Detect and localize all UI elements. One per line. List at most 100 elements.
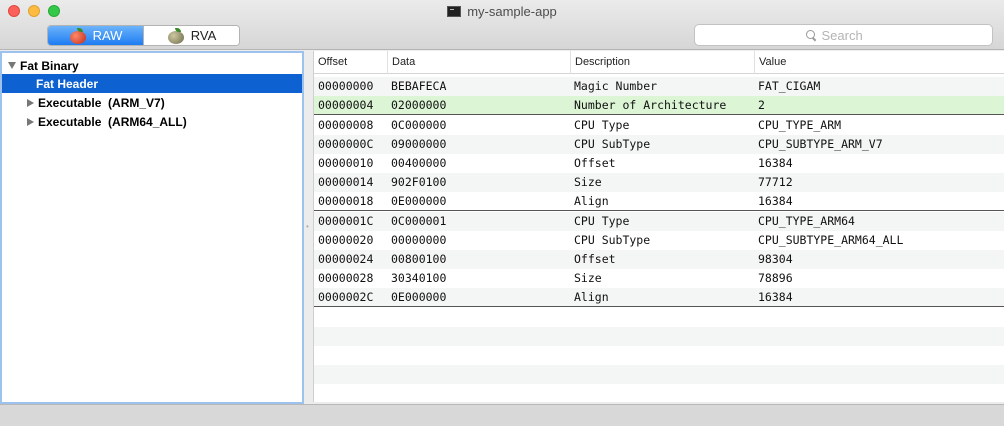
table-row[interactable]: 00000010 00400000 Offset 16384	[314, 154, 1004, 173]
outline-tree[interactable]: Fat Binary Fat Header Executable (ARM_V7…	[0, 51, 304, 404]
column-header-description[interactable]: Description	[570, 51, 754, 74]
disclosure-open-icon[interactable]	[8, 62, 16, 69]
cell-description: Magic Number	[574, 79, 658, 93]
search-field[interactable]	[694, 24, 993, 46]
cell-data: 0C000000	[391, 118, 447, 132]
search-icon	[805, 30, 816, 40]
empty-row	[314, 346, 1004, 365]
cell-data: BEBAFECA	[391, 79, 447, 93]
cell-description: Size	[574, 271, 602, 285]
table-row[interactable]: 00000004 02000000 Number of Architecture…	[314, 96, 1004, 115]
address-mode-segmented-control: RAW RVA	[47, 25, 240, 46]
tree-item-executable-arm-v7[interactable]: Executable (ARM_V7)	[2, 93, 302, 112]
cell-offset: 0000001C	[318, 214, 374, 228]
terminal-icon	[447, 6, 462, 17]
cell-description: CPU Type	[574, 214, 630, 228]
table-header: Offset Data Description Value	[314, 51, 1004, 74]
disclosure-closed-icon[interactable]	[27, 117, 34, 126]
cell-value: 78896	[758, 271, 793, 285]
title-bar: my-sample-app RAW RVA	[0, 0, 1004, 50]
table-row[interactable]: 00000008 0C000000 CPU Type CPU_TYPE_ARM	[314, 116, 1004, 135]
split-view-divider[interactable]: •	[304, 51, 313, 404]
table-row[interactable]: 0000002C 0E000000 Align 16384	[314, 288, 1004, 307]
cell-offset: 0000000C	[318, 137, 374, 151]
cell-value: 16384	[758, 290, 793, 304]
cell-value: 16384	[758, 194, 793, 208]
raw-mode-label: RAW	[92, 28, 123, 43]
cell-offset: 00000004	[318, 98, 374, 112]
window-bottom-bar	[0, 404, 1004, 426]
table-row[interactable]: 00000024 00800100 Offset 98304	[314, 250, 1004, 269]
red-apple-icon	[69, 27, 87, 44]
cell-description: Align	[574, 290, 609, 304]
window-title: my-sample-app	[467, 4, 557, 19]
tree-item-fat-header[interactable]: Fat Header	[2, 74, 302, 93]
column-header-data[interactable]: Data	[387, 51, 570, 74]
tree-item-fat-binary[interactable]: Fat Binary	[2, 56, 302, 75]
cell-offset: 00000020	[318, 233, 374, 247]
cell-value: CPU_SUBTYPE_ARM64_ALL	[758, 233, 904, 247]
cell-description: CPU SubType	[574, 233, 651, 247]
cell-value: FAT_CIGAM	[758, 79, 821, 93]
empty-row	[314, 365, 1004, 384]
cell-description: Align	[574, 194, 609, 208]
cell-data: 00800100	[391, 252, 447, 266]
cell-offset: 00000014	[318, 175, 374, 189]
cell-data: 0E000000	[391, 194, 447, 208]
cell-offset: 00000028	[318, 271, 374, 285]
cell-data: 09000000	[391, 137, 447, 151]
cell-description: Size	[574, 175, 602, 189]
tree-item-label: Fat Binary	[20, 58, 79, 73]
window-title-area: my-sample-app	[0, 4, 1004, 19]
table-row[interactable]: 00000028 30340100 Size 78896	[314, 269, 1004, 288]
cell-description: CPU SubType	[574, 137, 651, 151]
table-row[interactable]: 00000000 BEBAFECA Magic Number FAT_CIGAM	[314, 77, 1004, 96]
cell-offset: 0000002C	[318, 290, 374, 304]
tree-item-label: Executable (ARM64_ALL)	[38, 114, 187, 129]
rva-mode-button[interactable]: RVA	[143, 26, 239, 45]
cell-data: 902F0100	[391, 175, 447, 189]
column-header-value[interactable]: Value	[754, 51, 1004, 74]
cell-offset: 00000008	[318, 118, 374, 132]
cell-value: CPU_TYPE_ARM64	[758, 214, 855, 228]
table-row[interactable]: 00000020 00000000 CPU SubType CPU_SUBTYP…	[314, 231, 1004, 250]
cell-data: 00000000	[391, 233, 447, 247]
cell-offset: 00000000	[318, 79, 374, 93]
cell-offset: 00000010	[318, 156, 374, 170]
search-input[interactable]	[821, 27, 882, 43]
cell-data: 02000000	[391, 98, 447, 112]
tree-item-label: Executable (ARM_V7)	[38, 95, 165, 110]
table-row[interactable]: 0000001C 0C000001 CPU Type CPU_TYPE_ARM6…	[314, 212, 1004, 231]
tree-item-label: Fat Header	[36, 76, 99, 91]
cell-data: 00400000	[391, 156, 447, 170]
cell-value: 16384	[758, 156, 793, 170]
divider-grip-icon[interactable]: •	[306, 223, 311, 231]
cell-description: Number of Architecture	[574, 98, 727, 112]
table-row[interactable]: 0000000C 09000000 CPU SubType CPU_SUBTYP…	[314, 135, 1004, 154]
empty-row	[314, 308, 1004, 327]
cell-value: CPU_TYPE_ARM	[758, 118, 842, 132]
cell-description: Offset	[574, 156, 616, 170]
cell-value: CPU_SUBTYPE_ARM_V7	[758, 137, 883, 151]
cell-value: 77712	[758, 175, 793, 189]
cell-value: 98304	[758, 252, 793, 266]
cell-data: 0C000001	[391, 214, 447, 228]
column-header-offset[interactable]: Offset	[314, 51, 387, 74]
table-row[interactable]: 00000014 902F0100 Size 77712	[314, 173, 1004, 192]
empty-row	[314, 384, 1004, 402]
cell-description: CPU Type	[574, 118, 630, 132]
cell-value: 2	[758, 98, 765, 112]
cell-description: Offset	[574, 252, 616, 266]
table-row[interactable]: 00000018 0E000000 Align 16384	[314, 192, 1004, 211]
detail-table: Offset Data Description Value 00000000 B…	[313, 51, 1004, 402]
tree-item-executable-arm64-all[interactable]: Executable (ARM64_ALL)	[2, 112, 302, 131]
cell-data: 30340100	[391, 271, 447, 285]
gray-apple-icon	[167, 27, 185, 44]
cell-offset: 00000024	[318, 252, 374, 266]
cell-data: 0E000000	[391, 290, 447, 304]
raw-mode-button[interactable]: RAW	[48, 26, 143, 45]
disclosure-closed-icon[interactable]	[27, 98, 34, 107]
empty-row	[314, 327, 1004, 346]
rva-mode-label: RVA	[190, 28, 217, 43]
cell-offset: 00000018	[318, 194, 374, 208]
